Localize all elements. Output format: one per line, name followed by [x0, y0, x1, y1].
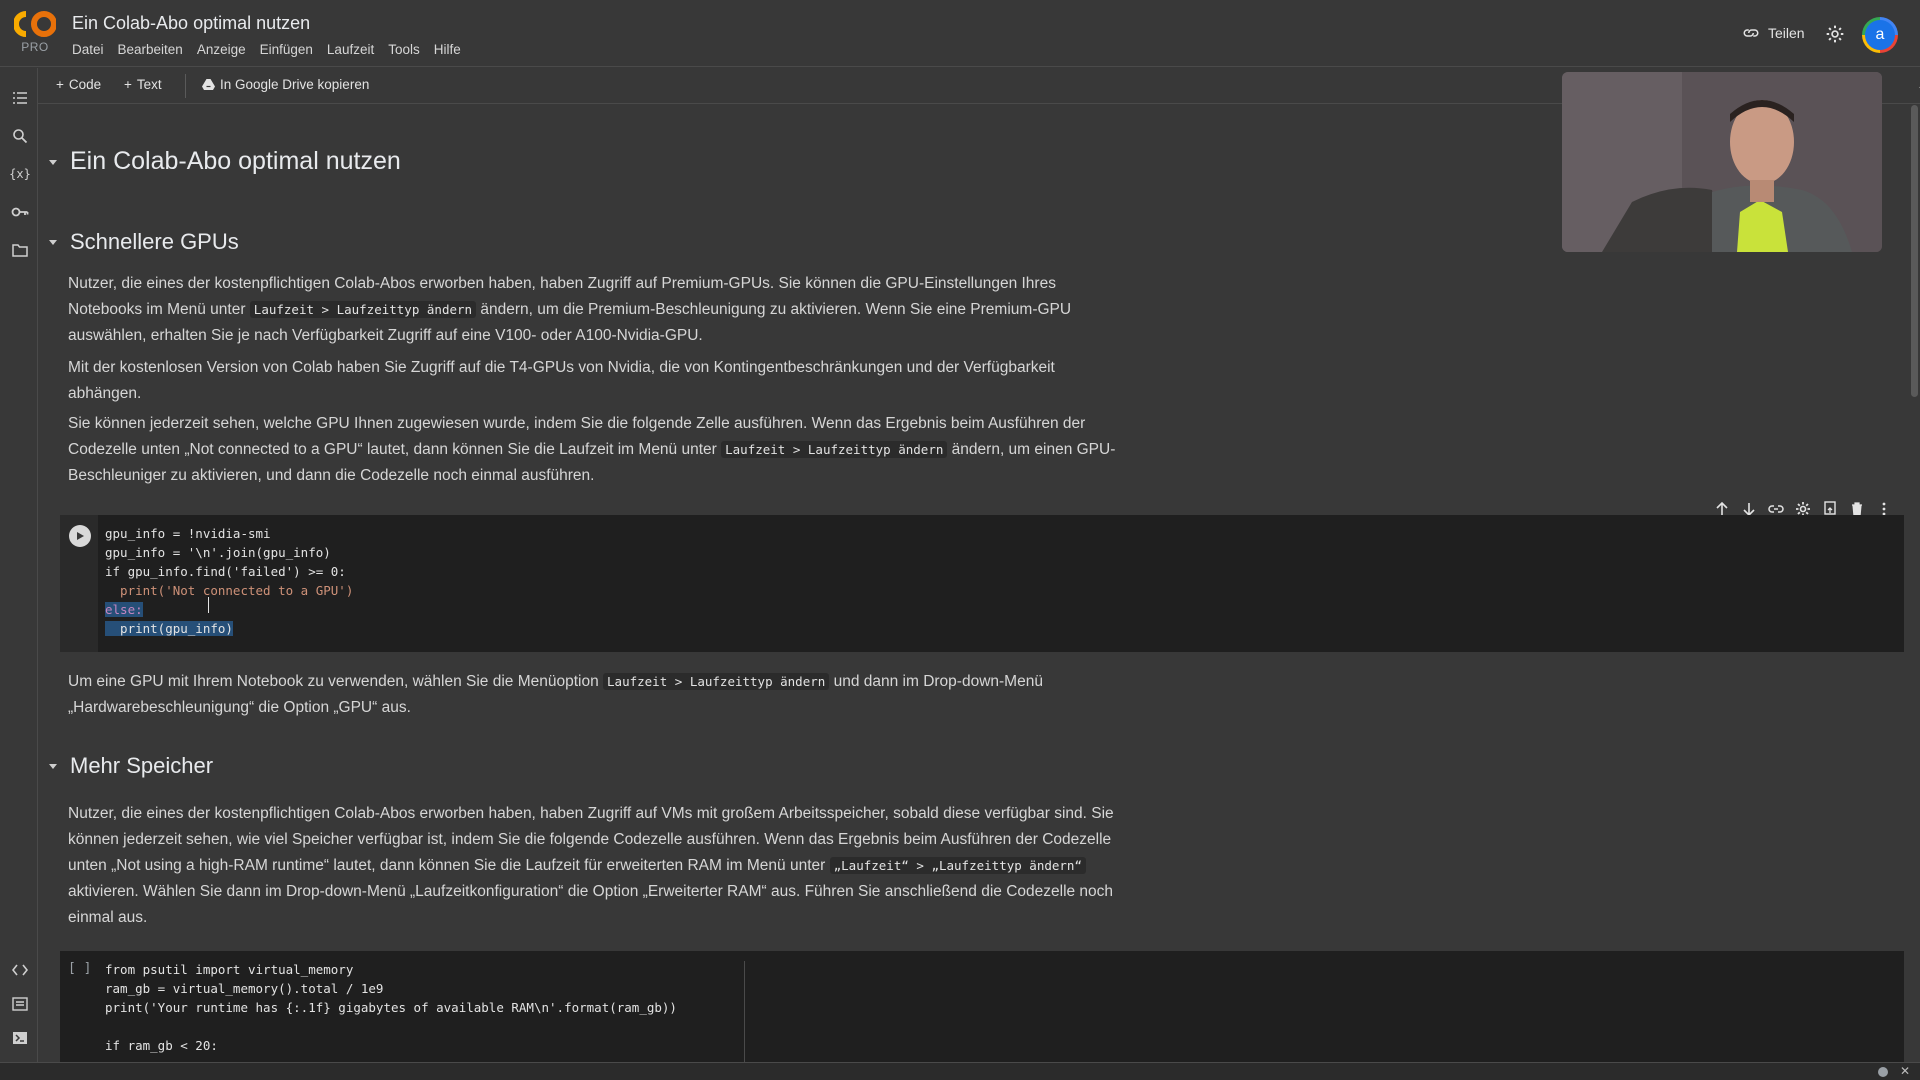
menu-laufzeit[interactable]: Laufzeit: [327, 42, 374, 57]
paragraph-check-gpu: Sie können jederzeit sehen, welche GPU I…: [68, 411, 1128, 489]
search-icon[interactable]: [10, 126, 30, 146]
presenter-video: [1562, 72, 1882, 252]
code-text: else:: [105, 602, 143, 617]
text-span: aktivieren. Wählen Sie dann im Drop-down…: [68, 883, 1114, 926]
code-text: from psutil import virtual_memory: [105, 962, 354, 977]
folder-icon[interactable]: [10, 240, 30, 260]
scrollbar-thumb[interactable]: [1911, 105, 1918, 397]
execution-count[interactable]: [ ]: [68, 961, 91, 976]
menu-bearbeiten[interactable]: Bearbeiten: [118, 42, 183, 57]
avatar-letter: a: [1865, 20, 1895, 50]
colab-logo-icon: [14, 11, 56, 38]
menu-tools[interactable]: Tools: [388, 42, 420, 57]
section-heading-memory: Mehr Speicher: [70, 753, 214, 778]
share-label: Teilen: [1768, 25, 1805, 41]
paragraph-use-gpu: Um eine GPU mit Ihrem Notebook zu verwen…: [68, 669, 1128, 721]
inline-code: Laufzeit > Laufzeittyp ändern: [603, 673, 830, 690]
plus-icon: +: [56, 77, 64, 92]
code-text: ram_gb = virtual_memory().total / 1e9: [105, 981, 384, 996]
account-avatar[interactable]: a: [1862, 17, 1898, 53]
paragraph-premium-gpus: Nutzer, die eines der kostenpflichtigen …: [68, 271, 1128, 349]
code-line: else:: [105, 602, 143, 617]
code-text: gpu_info = !nvidia-smi: [105, 526, 271, 541]
close-icon[interactable]: ✕: [1900, 1064, 1910, 1078]
add-text-button[interactable]: + Text: [124, 77, 162, 92]
section-heading-gpus: Schnellere GPUs: [70, 229, 239, 254]
heading-row-gpus: Schnellere GPUs: [38, 229, 239, 255]
menu-einfuegen[interactable]: Einfügen: [260, 42, 313, 57]
add-code-label: Code: [68, 77, 102, 92]
page-title: Ein Colab-Abo optimal nutzen: [70, 147, 401, 175]
code-line-selected: print(gpu_info): [105, 621, 233, 636]
heading-row-memory: Mehr Speicher: [38, 753, 213, 779]
share-button[interactable]: Teilen: [1742, 24, 1805, 42]
webcam-overlay: [1562, 72, 1882, 252]
code-text: print('Not connected to a GPU'): [105, 583, 354, 598]
code-line: if gpu_info.find('failed') >= 0:: [105, 564, 346, 579]
menu-hilfe[interactable]: Hilfe: [434, 42, 461, 57]
code-snippets-icon[interactable]: [10, 960, 30, 980]
vertical-scrollbar[interactable]: [1908, 105, 1920, 1062]
settings-icon[interactable]: [1825, 24, 1845, 44]
plus-icon: +: [124, 77, 132, 92]
collapse-caret-icon[interactable]: [46, 235, 60, 249]
connection-status-icon[interactable]: [1878, 1067, 1888, 1077]
collapse-caret-icon[interactable]: [46, 155, 60, 169]
notebook-title[interactable]: Ein Colab-Abo optimal nutzen: [72, 13, 310, 34]
left-sidebar: {x}: [0, 68, 38, 1068]
paragraph-free-version: Mit der kostenlosen Version von Colab ha…: [68, 359, 1055, 402]
code-line: gpu_info = '\n'.join(gpu_info): [105, 545, 331, 560]
variables-icon[interactable]: {x}: [9, 164, 31, 184]
key-icon[interactable]: [10, 202, 30, 222]
paragraph-more-memory: Nutzer, die eines der kostenpflichtigen …: [68, 801, 1128, 931]
code-text: if ram_gb < 20:: [105, 1038, 218, 1053]
code-editor[interactable]: from psutil import virtual_memory ram_gb…: [105, 960, 677, 1055]
line-ruler: [744, 961, 745, 1062]
heading-row-main: Ein Colab-Abo optimal nutzen: [38, 147, 401, 176]
drive-icon: [202, 78, 215, 90]
toolbar-divider: [185, 74, 186, 98]
status-bar: ✕: [0, 1062, 1920, 1080]
code-line: gpu_info = !nvidia-smi: [105, 526, 271, 541]
code-text: if gpu_info.find('failed') >= 0:: [105, 564, 346, 579]
play-icon: [77, 532, 84, 540]
pro-badge: PRO: [21, 40, 49, 54]
chevron-up-icon[interactable]: [1916, 76, 1920, 94]
code-cell-ram[interactable]: [ ] from psutil import virtual_memory ra…: [60, 951, 1904, 1062]
command-palette-icon[interactable]: [10, 994, 30, 1014]
copy-to-drive-button[interactable]: In Google Drive kopieren: [202, 77, 369, 92]
colab-logo[interactable]: PRO: [14, 10, 56, 56]
text-span: Um eine GPU mit Ihrem Notebook zu verwen…: [68, 673, 604, 690]
code-editor[interactable]: gpu_info = !nvidia-smi gpu_info = '\n'.j…: [105, 524, 353, 638]
text-cursor: [208, 597, 209, 613]
code-cell-gpu[interactable]: gpu_info = !nvidia-smi gpu_info = '\n'.j…: [60, 515, 1904, 652]
inline-code: Laufzeit > Laufzeittyp ändern: [721, 441, 948, 458]
collapse-caret-icon[interactable]: [46, 759, 60, 773]
add-text-label: Text: [136, 77, 162, 92]
copy-to-drive-label: In Google Drive kopieren: [220, 77, 370, 92]
link-icon: [1743, 29, 1759, 37]
menu-datei[interactable]: Datei: [72, 42, 104, 57]
run-cell-button[interactable]: [69, 525, 91, 547]
code-line: print('Not connected to a GPU'): [105, 583, 353, 598]
inline-code: Laufzeit > Laufzeittyp ändern: [249, 301, 477, 318]
inline-code: „Laufzeit“ > „Laufzeittyp ändern“: [829, 857, 1086, 874]
add-code-button[interactable]: + Code: [56, 77, 101, 92]
menu-anzeige[interactable]: Anzeige: [197, 42, 246, 57]
code-text: print(gpu_info): [105, 621, 233, 636]
terminal-icon[interactable]: [10, 1028, 30, 1048]
code-text: gpu_info = '\n'.join(gpu_info): [105, 545, 331, 560]
code-text: print('Your runtime has {:.1f} gigabytes…: [105, 1000, 677, 1015]
table-of-contents-icon[interactable]: [10, 88, 30, 108]
menu-bar: Datei Bearbeiten Anzeige Einfügen Laufze…: [72, 42, 461, 57]
app-header: PRO Ein Colab-Abo optimal nutzen Datei B…: [0, 0, 1920, 67]
